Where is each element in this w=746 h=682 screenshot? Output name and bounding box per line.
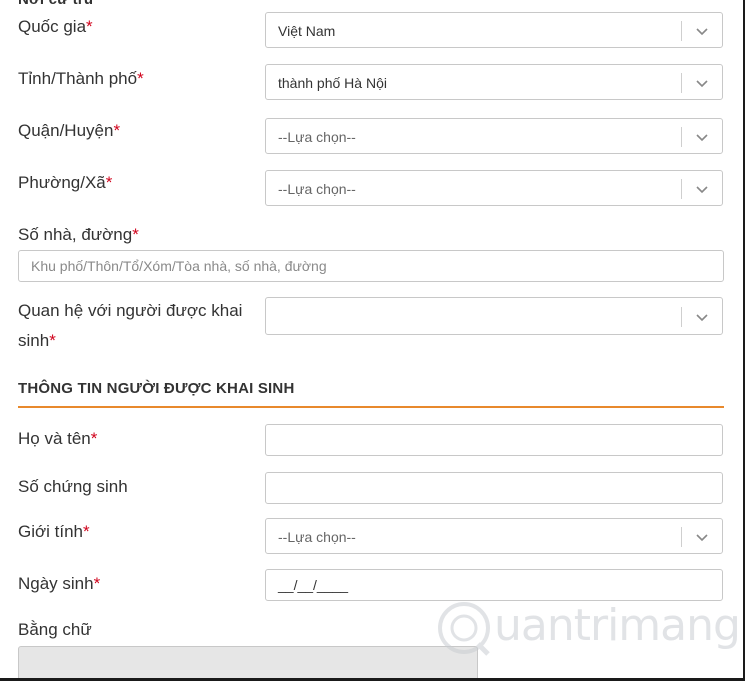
select-divider [681,73,682,93]
select-divider [681,179,682,199]
dob-input-mask: __/__/____ [278,577,349,593]
required-asterisk: * [86,17,93,36]
ward-label: Phường/Xã* [18,168,112,198]
relationship-label: Quan hệ với người được khai sinh* [18,296,242,356]
watermark-logo: uantrimang [432,592,741,664]
country-select-value: Việt Nam [278,23,336,39]
ward-select[interactable]: --Lựa chọn-- [265,170,723,206]
required-asterisk: * [90,429,98,448]
full-name-label-text: Họ và tên [18,429,91,448]
required-asterisk: * [137,69,144,88]
chevron-down-icon [696,28,708,36]
ward-select-value: --Lựa chọn-- [278,181,356,197]
country-label-text: Quốc gia [18,17,87,36]
chevron-down-icon [696,186,708,194]
select-divider [681,307,682,327]
relationship-label-line1: Quan hệ với người được khai [18,301,243,320]
section-heading-residence: Nơi cư trú [18,0,93,8]
dob-in-words-field [18,646,478,678]
country-select[interactable]: Việt Nam [265,12,723,48]
street-label: Số nhà, đường* [18,220,139,250]
required-asterisk: * [105,173,113,192]
country-label: Quốc gia* [18,12,93,42]
chevron-down-icon [696,314,708,322]
select-divider [681,127,682,147]
gender-label: Giới tính* [18,517,90,547]
required-asterisk: * [132,225,139,244]
select-divider [681,21,682,41]
dob-label: Ngày sinh* [18,569,100,599]
ward-label-text: Phường/Xã [18,173,106,192]
district-select[interactable]: --Lựa chọn-- [265,118,723,154]
dob-in-words-label-text: Bằng chữ [18,620,92,639]
gender-select-value: --Lựa chọn-- [278,529,356,545]
chevron-down-icon [696,534,708,542]
required-asterisk: * [113,121,121,140]
section-title-person-info: THÔNG TIN NGƯỜI ĐƯỢC KHAI SINH [18,380,295,397]
province-label: Tỉnh/Thành phố* [18,64,144,94]
birth-cert-label-text: Số chứng sinh [18,477,128,496]
section-divider [18,406,724,408]
form-frame: Nơi cư trú Quốc gia* Việt Nam Tỉnh/Thành… [0,0,745,681]
relationship-select[interactable] [265,297,723,335]
watermark-text: uantrimang [494,600,741,651]
dob-in-words-label: Bằng chữ [18,615,92,645]
relationship-label-line2: sinh [18,331,50,350]
chevron-down-icon [696,80,708,88]
province-label-text: Tỉnh/Thành phố [18,69,138,88]
select-divider [681,527,682,547]
street-label-text: Số nhà, đường [18,225,133,244]
full-name-input[interactable] [265,424,723,456]
province-select-value: thành phố Hà Nội [278,75,387,91]
street-input-placeholder: Khu phố/Thôn/Tổ/Xóm/Tòa nhà, số nhà, đườ… [31,258,327,274]
required-asterisk: * [93,574,101,593]
province-select[interactable]: thành phố Hà Nội [265,64,723,100]
district-select-value: --Lựa chọn-- [278,129,356,145]
district-label-text: Quận/Huyện [18,121,114,140]
full-name-label: Họ và tên* [18,424,97,454]
chevron-down-icon [696,134,708,142]
district-label: Quận/Huyện* [18,116,120,146]
dob-label-text: Ngày sinh [18,574,94,593]
birth-cert-input[interactable] [265,472,723,504]
required-asterisk: * [49,331,56,350]
gender-label-text: Giới tính [18,522,84,541]
gender-select[interactable]: --Lựa chọn-- [265,518,723,554]
watermark-circle-icon [438,602,490,656]
required-asterisk: * [83,522,90,541]
birth-cert-label: Số chứng sinh [18,472,128,502]
street-input[interactable]: Khu phố/Thôn/Tổ/Xóm/Tòa nhà, số nhà, đườ… [18,250,724,282]
